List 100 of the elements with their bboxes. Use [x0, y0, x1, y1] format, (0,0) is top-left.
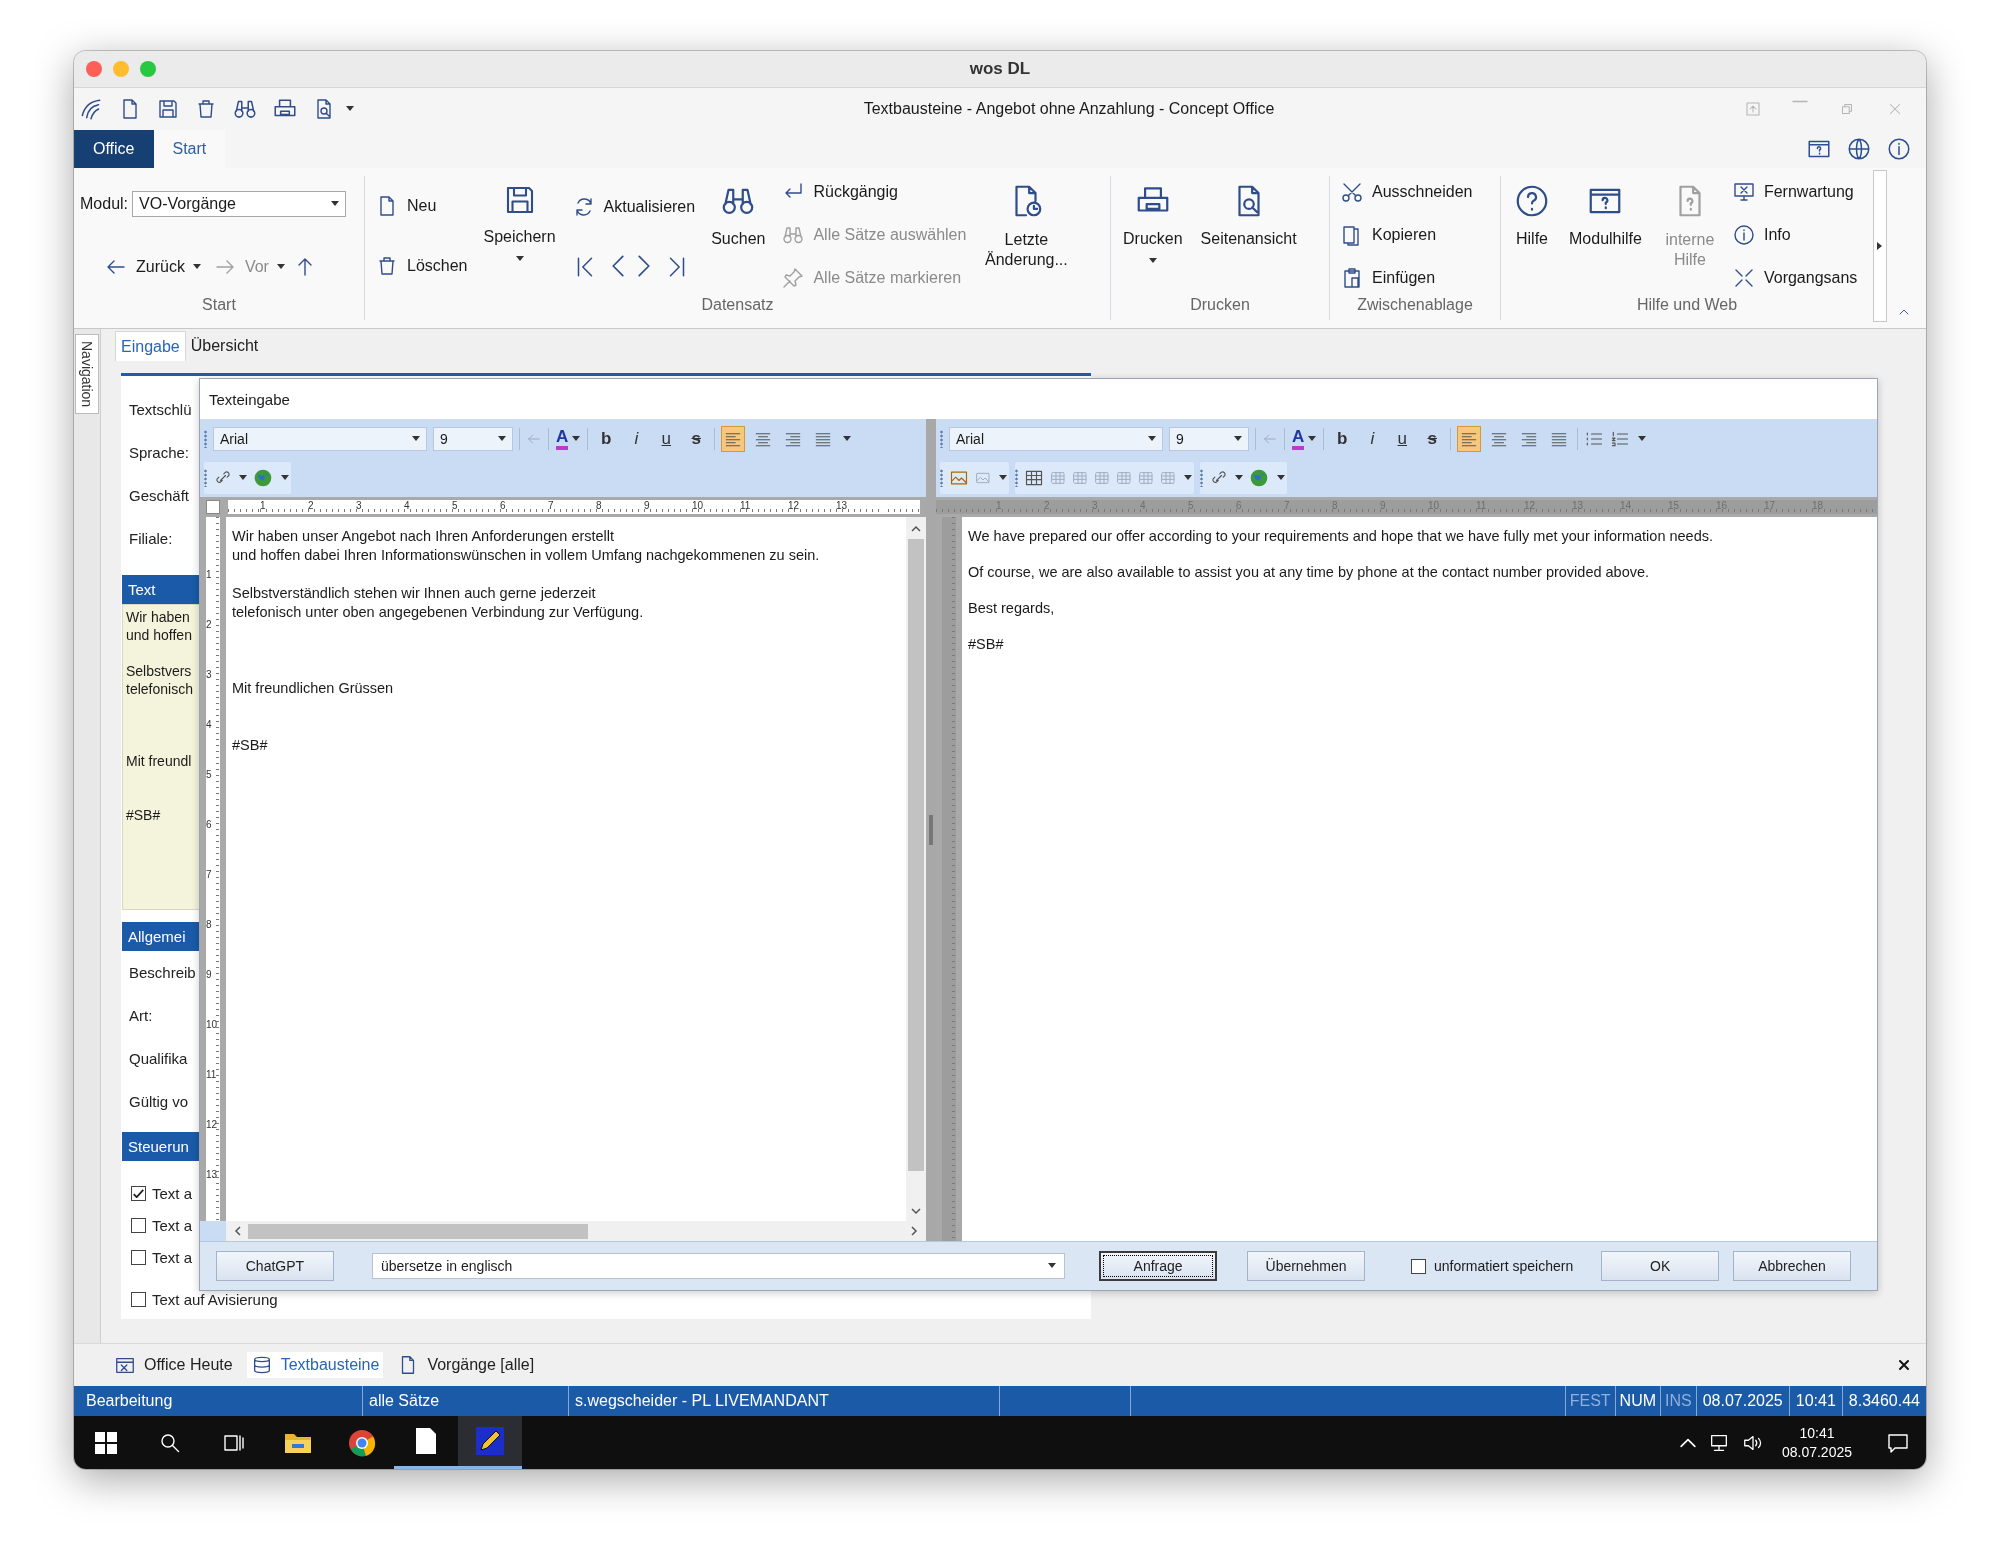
editor-text-line: Selbstverständlich stehen wir Ihnen auch gerne jederzeit: [232, 584, 596, 603]
scroll-right-icon: [910, 1226, 918, 1236]
close-light[interactable]: [86, 61, 102, 77]
caret-icon: [515, 256, 524, 262]
caret-icon: [1308, 435, 1317, 442]
copy-button[interactable]: Kopieren: [1336, 221, 1477, 249]
editor-text-line: We have prepared our offer according to your requirements and hope that we have fully met your information needs.: [968, 527, 1714, 546]
font-size-dropdown[interactable]: 9: [1169, 426, 1249, 451]
document-tab[interactable]: Vorgänge [alle]: [393, 1352, 539, 1378]
caret-icon: [276, 264, 285, 270]
horizontal-scrollbar[interactable]: [226, 1221, 926, 1241]
apply-button[interactable]: Übernehmen: [1247, 1251, 1365, 1281]
table-icon: [1116, 469, 1132, 486]
undo-button[interactable]: Rückgängig: [777, 178, 971, 206]
caret-icon: [239, 474, 247, 481]
field-label: Beschreib: [129, 964, 196, 981]
field-label: Gültig vo: [129, 1093, 189, 1110]
editor-text-line: Best regards,: [968, 599, 1055, 618]
document-tab[interactable]: Office Heute: [110, 1352, 237, 1378]
caret-icon: [281, 474, 289, 481]
text-line: Mit freundl: [126, 752, 192, 770]
table-icon: [1094, 469, 1110, 486]
monitor-icon: [1731, 180, 1756, 204]
checkbox[interactable]: [1410, 1258, 1426, 1274]
font-color-button[interactable]: A: [1291, 425, 1318, 452]
ribbon-tab[interactable]: Office: [74, 130, 154, 168]
italic-button[interactable]: i: [624, 425, 649, 452]
text-line: und hoffen: [126, 626, 192, 644]
checkbox[interactable]: [131, 1249, 146, 1265]
align-left-button[interactable]: [1457, 425, 1482, 452]
checkbox[interactable]: [131, 1185, 146, 1201]
caret-icon: [1148, 258, 1157, 264]
field-label: Textschlü: [129, 401, 192, 418]
close-icon: [1896, 1357, 1912, 1373]
checkbox[interactable]: [131, 1291, 146, 1307]
search-button[interactable]: Suchen: [705, 176, 772, 296]
checkbox[interactable]: [131, 1217, 146, 1233]
minimize-icon: [1792, 100, 1808, 103]
document-tab[interactable]: Textbausteine: [246, 1352, 384, 1378]
text-line: #SB#: [126, 806, 161, 824]
section-title: Allgemei: [128, 928, 186, 945]
caret-icon: [192, 264, 201, 270]
cut-button[interactable]: Ausschneiden: [1336, 178, 1477, 206]
ribbon-scroll-button[interactable]: [1873, 170, 1887, 322]
strikethrough-button[interactable]: s: [684, 425, 709, 452]
refresh-button[interactable]: Aktualisieren: [567, 192, 700, 221]
vertical-scrollbar[interactable]: [906, 517, 926, 1221]
chatgpt-button[interactable]: ChatGPT: [216, 1251, 334, 1281]
navigation-tab[interactable]: Navigation: [75, 334, 99, 415]
taskbar-app[interactable]: [458, 1416, 522, 1469]
underline-button[interactable]: u: [654, 425, 679, 452]
caret-icon: [1184, 474, 1192, 481]
chevron-up-icon: [1679, 1437, 1696, 1448]
underline-button[interactable]: u: [1390, 425, 1415, 452]
save-button[interactable]: Speichern: [477, 176, 562, 296]
font-color-button[interactable]: A: [555, 425, 582, 452]
strikethrough-button[interactable]: s: [1420, 425, 1445, 452]
caret-icon: [999, 474, 1007, 481]
scroll-down-icon: [911, 1207, 921, 1215]
align-left-button[interactable]: [721, 425, 746, 452]
help-button[interactable]: Hilfe: [1507, 176, 1557, 296]
font-dropdown[interactable]: Arial: [213, 426, 427, 451]
font-size-dropdown[interactable]: 9: [433, 426, 513, 451]
remote-support-button[interactable]: Fernwartung: [1731, 178, 1858, 206]
font-dropdown[interactable]: Arial: [949, 426, 1163, 451]
module-help-button[interactable]: Modulhilfe: [1563, 176, 1648, 296]
last-change-button[interactable]: Letzte Änderung...: [976, 176, 1077, 296]
process-view-button[interactable]: Vorgangsans: [1731, 264, 1858, 292]
bold-button[interactable]: b: [594, 425, 619, 452]
section-title: Text: [128, 581, 156, 598]
cancel-button[interactable]: Abbrechen: [1733, 1251, 1851, 1281]
form-tab[interactable]: Eingabe: [115, 331, 186, 361]
module-dropdown[interactable]: VO-Vorgänge: [132, 191, 347, 217]
new-button[interactable]: Neu: [371, 192, 472, 220]
back-button[interactable]: Zurück: [100, 253, 205, 281]
info-button[interactable]: Info: [1731, 221, 1858, 249]
italic-button[interactable]: i: [1360, 425, 1385, 452]
pencil-icon: [475, 1426, 505, 1456]
request-button[interactable]: Anfrage: [1099, 1251, 1218, 1281]
print-button[interactable]: Drucken: [1117, 176, 1189, 296]
caret-icon: [1048, 1263, 1057, 1269]
editor-text-line: Mit freundlichen Grüssen: [232, 679, 394, 698]
page-preview-button[interactable]: Seitenansicht: [1194, 176, 1303, 296]
paste-button[interactable]: Einfügen: [1336, 264, 1477, 292]
delete-button[interactable]: Löschen: [371, 252, 472, 280]
browser-icon: [348, 1428, 376, 1457]
zoom-light[interactable]: [140, 61, 156, 77]
bold-button[interactable]: b: [1330, 425, 1355, 452]
ok-button[interactable]: OK: [1601, 1251, 1720, 1281]
caret-icon: [412, 435, 420, 442]
windows-logo-icon: [95, 1431, 117, 1454]
ribbon-tab[interactable]: Start: [153, 130, 226, 168]
form-tab[interactable]: Übersicht: [185, 331, 264, 361]
editor-text-line: und hoffen dabei Ihren Informationswünschen in vollem Umfang nachgekommenen zu sein.: [232, 546, 820, 565]
vertical-ruler: 1 2 3 4 5 6 7 8 9 10 11 12 13: [200, 517, 226, 1221]
text-line: telefonisch: [126, 680, 193, 698]
checkbox-label: Text auf Avisierung: [152, 1290, 278, 1308]
prompt-dropdown[interactable]: übersetze in englisch: [371, 1253, 1066, 1279]
table-icon: [1050, 469, 1066, 486]
dialog-title: Texteingabe: [209, 390, 290, 408]
